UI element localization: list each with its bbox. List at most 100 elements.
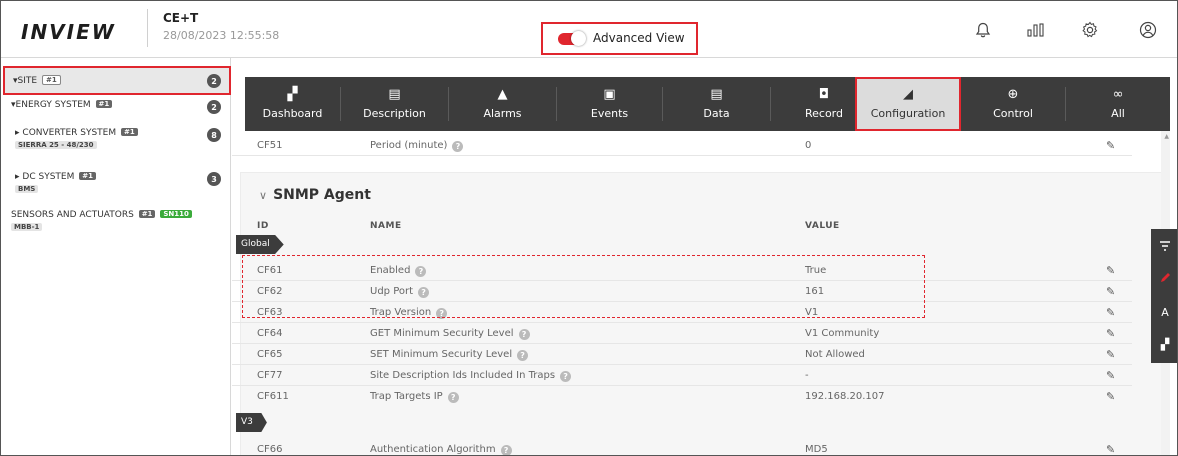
gear-icon[interactable]: [1079, 19, 1101, 41]
row-id: CF51: [257, 140, 283, 151]
floating-toolbar: A ▞: [1151, 229, 1177, 363]
row-name: Authentication Algorithm?: [370, 444, 512, 455]
edit-red-icon[interactable]: [1151, 263, 1177, 293]
tab-alarms[interactable]: ▲ Alarms: [449, 77, 556, 131]
pencil-icon[interactable]: ✎: [1106, 348, 1115, 361]
advanced-view-toggle-group[interactable]: Advanced View: [541, 22, 698, 55]
row-value: -: [805, 370, 809, 381]
pencil-icon[interactable]: ✎: [1106, 306, 1115, 319]
energy-system-badge: #1: [95, 100, 113, 108]
calendar-icon: ▣: [603, 87, 616, 102]
dc-system-label: DC SYSTEM: [22, 172, 75, 182]
dc-system-subtitle: BMS: [15, 185, 39, 193]
tab-data[interactable]: ▤ Data: [663, 77, 770, 131]
view-toolbar: ▞ Dashboard ▤ Description ▲ Alarms ▣ Eve…: [245, 77, 1170, 131]
tab-data-label: Data: [703, 107, 730, 120]
pencil-icon[interactable]: ✎: [1106, 390, 1115, 403]
tab-description-label: Description: [363, 107, 426, 120]
row-value: MD5: [805, 444, 828, 455]
table-row: CF66 Authentication Algorithm? MD5 ✎: [232, 439, 1132, 455]
tab-configuration[interactable]: ◢ Configuration: [855, 77, 961, 131]
snmp-agent-section-toggle[interactable]: ∨ SNMP Agent: [259, 187, 371, 203]
row-name-text: GET Minimum Security Level: [370, 328, 514, 339]
tab-configuration-label: Configuration: [870, 107, 946, 120]
top-header: INVIEW CE+T 28/08/2023 12:55:58 Advanced…: [1, 1, 1177, 58]
help-icon[interactable]: ?: [560, 371, 572, 382]
app-window: INVIEW CE+T 28/08/2023 12:55:58 Advanced…: [0, 0, 1178, 456]
help-icon[interactable]: ?: [518, 329, 530, 340]
row-id: CF77: [257, 370, 283, 381]
site-badge: #1: [41, 75, 61, 85]
tab-dashboard-label: Dashboard: [262, 107, 323, 120]
tab-dashboard[interactable]: ▞ Dashboard: [245, 77, 340, 131]
pencil-icon[interactable]: ✎: [1106, 264, 1115, 277]
site-tree-sidebar: ▾SITE #1 2 ▾ENERGY SYSTEM #1 2 ▸ CONVERT…: [1, 58, 231, 455]
row-name: GET Minimum Security Level?: [370, 328, 530, 340]
tab-events[interactable]: ▣ Events: [557, 77, 662, 131]
snmp-agent-title: SNMP Agent: [273, 187, 371, 203]
row-name: SET Minimum Security Level?: [370, 349, 529, 361]
sensors-actuators-subtitle: MBB-1: [11, 223, 43, 231]
tab-alarms-label: Alarms: [483, 107, 522, 120]
sidebar-item-energy-system[interactable]: ▾ENERGY SYSTEM #1 2: [11, 100, 221, 114]
pencil-icon[interactable]: ✎: [1106, 443, 1115, 455]
row-value: Not Allowed: [805, 349, 865, 360]
help-icon[interactable]: ?: [447, 392, 459, 403]
row-name-text: Period (minute): [370, 140, 448, 151]
pencil-icon[interactable]: ✎: [1106, 285, 1115, 298]
grid-icon[interactable]: ▞: [1151, 329, 1177, 359]
group-tag-global: Global: [236, 235, 284, 254]
dc-system-badge: #1: [79, 172, 96, 180]
help-icon[interactable]: ?: [452, 141, 464, 152]
row-name: Site Description Ids Included In Traps?: [370, 370, 572, 382]
chevron-down-icon: ∨: [259, 189, 268, 202]
site-count-badge: 2: [207, 74, 221, 88]
energy-system-label: ENERGY SYSTEM: [15, 100, 91, 110]
sidebar-item-converter-system[interactable]: ▸ CONVERTER SYSTEM #1 SIERRA 25 - 48/230…: [15, 128, 221, 150]
pencil-icon[interactable]: ✎: [1106, 139, 1115, 152]
sidebar-item-sensors-actuators[interactable]: SENSORS AND ACTUATORS #1 SN110 MBB-1: [11, 210, 221, 232]
site-label: SITE: [17, 76, 38, 86]
help-icon[interactable]: ?: [517, 350, 529, 361]
text-style-icon[interactable]: A: [1151, 297, 1177, 327]
tab-control[interactable]: ⊕ Control: [961, 77, 1065, 131]
scroll-up-icon[interactable]: ▲: [1164, 133, 1169, 140]
tab-record-label: Record: [804, 107, 843, 120]
row-name-text: Trap Targets IP: [370, 391, 443, 402]
column-header-id: ID: [257, 221, 269, 231]
site-datetime: 28/08/2023 12:55:58: [163, 29, 280, 42]
document-icon: ▤: [388, 87, 401, 102]
pencil-icon[interactable]: ✎: [1106, 369, 1115, 382]
control-icon: ⊕: [1007, 87, 1019, 102]
table-row: CF611 Trap Targets IP? 192.168.20.107 ✎: [232, 386, 1132, 407]
filter-icon[interactable]: [1151, 231, 1177, 261]
converter-system-count-badge: 8: [207, 128, 221, 142]
advanced-view-toggle[interactable]: [558, 31, 586, 46]
user-icon[interactable]: [1137, 19, 1159, 41]
sensors-actuators-label: SENSORS AND ACTUATORS: [11, 210, 134, 220]
table-row: CF77 Site Description Ids Included In Tra…: [232, 365, 1132, 386]
bell-icon[interactable]: [972, 19, 994, 41]
sidebar-item-site[interactable]: ▾SITE #1 2: [3, 66, 231, 95]
column-header-value: VALUE: [805, 221, 840, 231]
tab-description[interactable]: ▤ Description: [341, 77, 448, 131]
help-icon[interactable]: ?: [500, 445, 512, 455]
row-name: Period (minute)?: [370, 140, 464, 152]
energy-system-count-badge: 2: [207, 100, 221, 114]
tab-all[interactable]: ∞ All: [1066, 77, 1170, 131]
row-name-text: Site Description Ids Included In Traps: [370, 370, 556, 381]
bar-chart-icon[interactable]: [1025, 19, 1047, 41]
alarm-icon: ▲: [497, 87, 508, 102]
record-icon: ◘: [818, 87, 830, 102]
sidebar-item-dc-system[interactable]: ▸ DC SYSTEM #1 BMS 3: [15, 172, 221, 194]
column-header-name: NAME: [370, 221, 402, 231]
inview-logo[interactable]: INVIEW: [21, 20, 116, 44]
site-row-label: ▾SITE #1: [13, 75, 61, 86]
data-icon: ▤: [710, 87, 723, 102]
tab-events-label: Events: [590, 107, 629, 120]
row-id: CF65: [257, 349, 283, 360]
infinity-icon: ∞: [1112, 87, 1124, 102]
row-name-text: SET Minimum Security Level: [370, 349, 513, 360]
row-value: 0: [805, 140, 812, 151]
pencil-icon[interactable]: ✎: [1106, 327, 1115, 340]
